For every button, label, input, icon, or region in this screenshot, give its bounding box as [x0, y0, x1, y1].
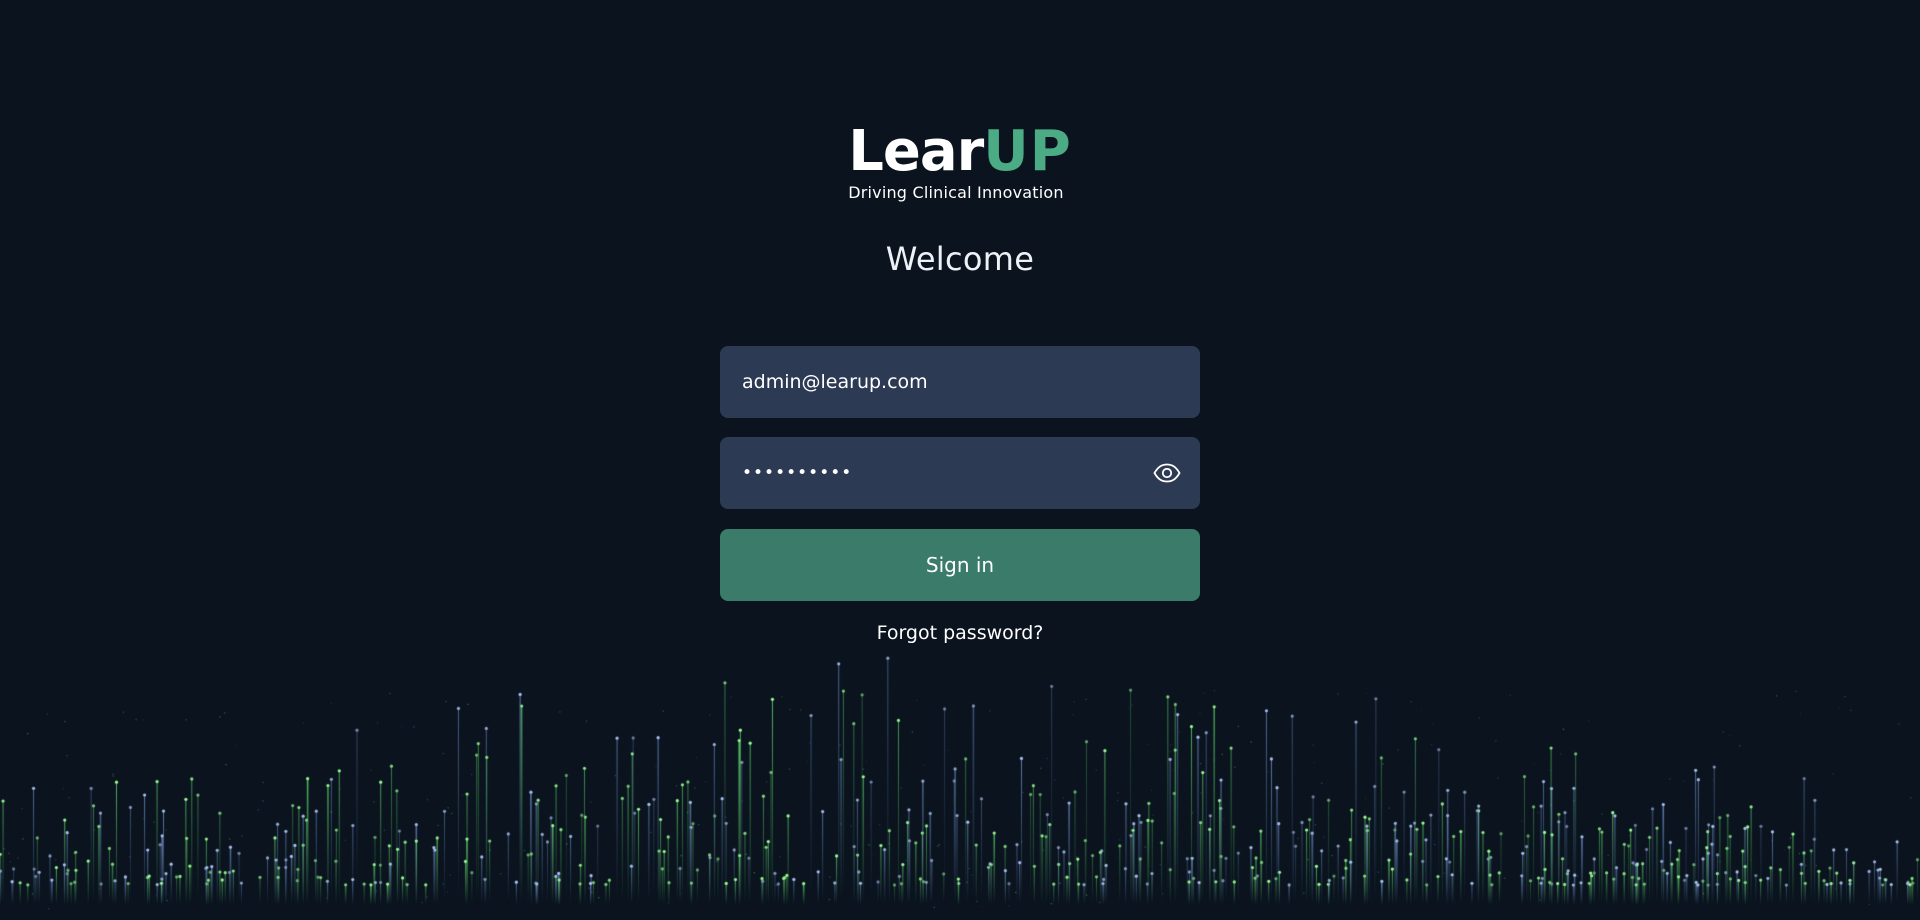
logo-wordmark-accent: UP	[983, 119, 1072, 184]
brand-logo: LearUP Driving Clinical Innovation	[0, 124, 1920, 203]
welcome-heading: Welcome	[885, 240, 1035, 278]
logo-tagline: Driving Clinical Innovation	[848, 183, 1064, 202]
password-field-container	[720, 437, 1200, 509]
forgot-password-link[interactable]: Forgot password?	[877, 622, 1044, 644]
eye-icon-graphic	[1153, 463, 1181, 483]
eye-icon[interactable]	[1152, 459, 1182, 487]
email-field-container	[720, 346, 1200, 418]
login-page: LearUP Driving Clinical Innovation Welco…	[0, 0, 1920, 920]
logo-wordmark-main: Lear	[848, 119, 984, 184]
email-input[interactable]	[742, 346, 1182, 418]
sign-in-button[interactable]: Sign in	[720, 529, 1200, 601]
password-input[interactable]	[742, 437, 1122, 509]
logo-wordmark: LearUP	[848, 124, 1072, 180]
forgot-password-container: Forgot password?	[0, 622, 1920, 644]
